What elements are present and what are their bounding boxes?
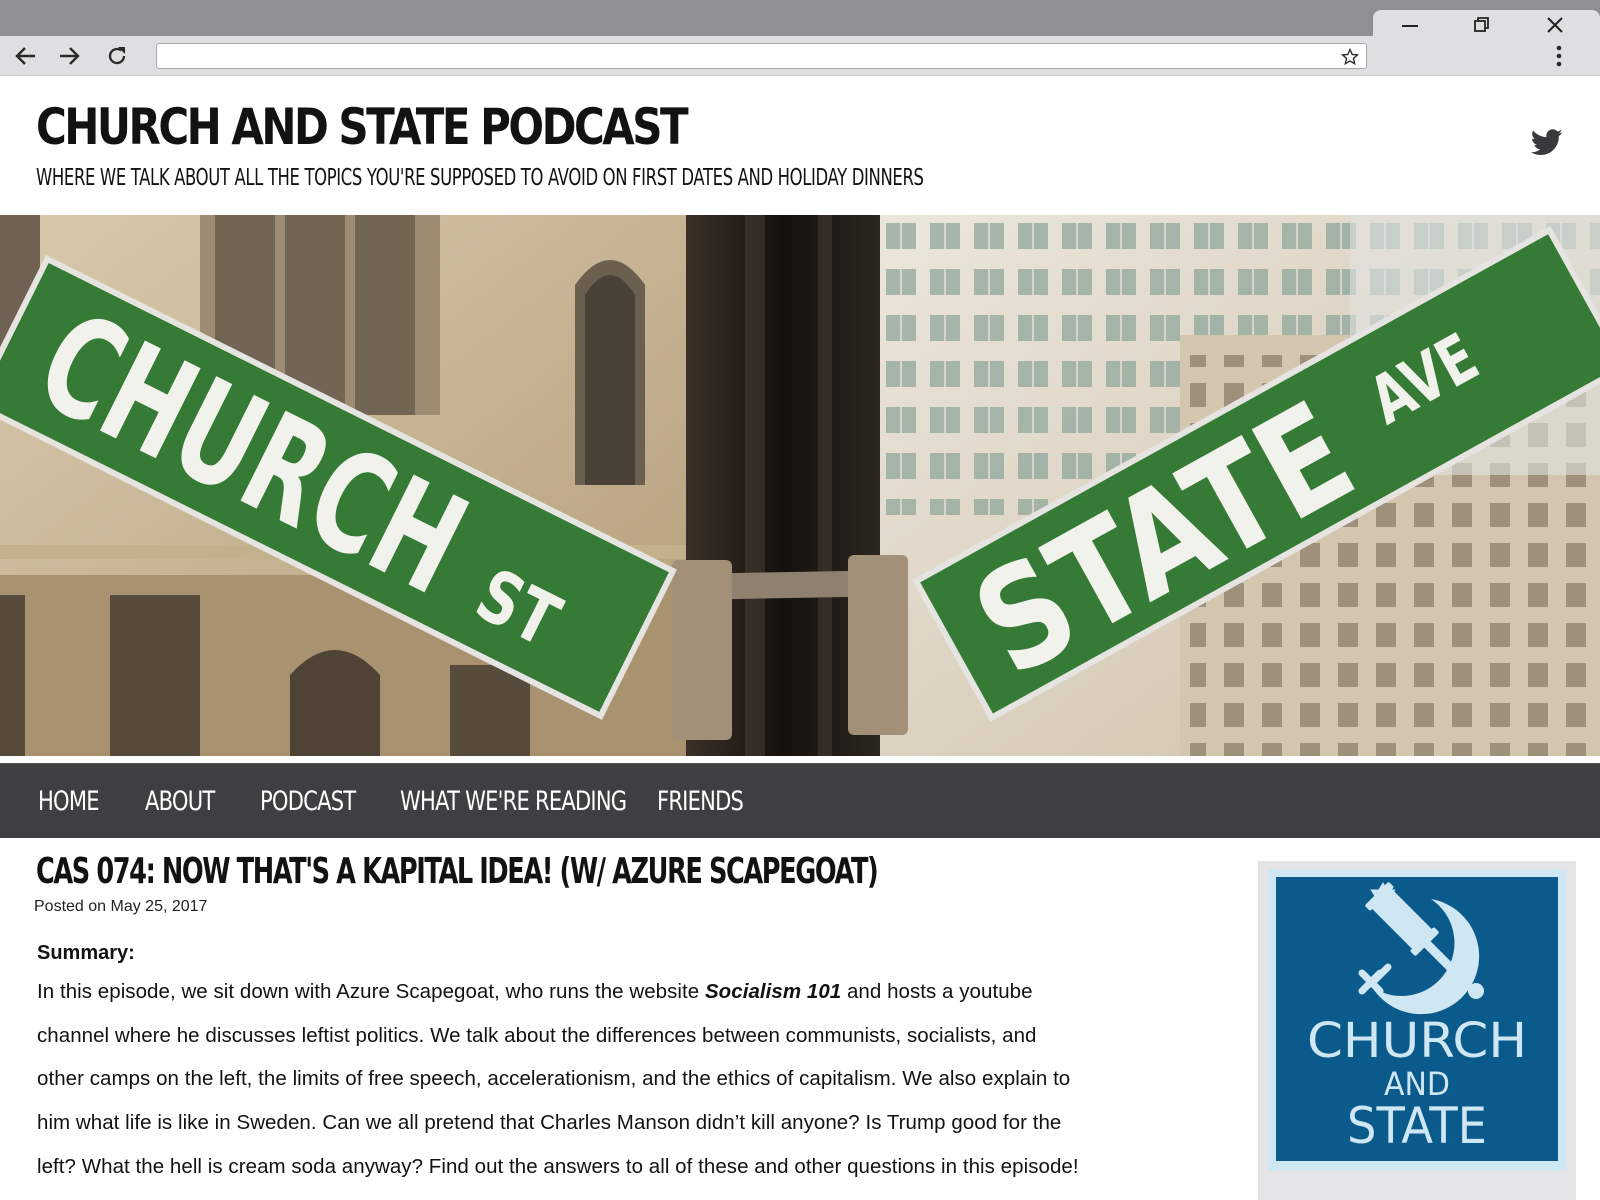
bookmark-star-icon[interactable] [1339, 46, 1361, 68]
summary-line: other camps on the left, the limits of f… [37, 1067, 1071, 1091]
browser-toolbar [0, 36, 1600, 76]
sidebar: CHURCH AND STATE [1258, 861, 1576, 1200]
close-icon[interactable] [1542, 12, 1568, 38]
podcast-logo[interactable]: CHURCH AND STATE [1268, 869, 1566, 1171]
url-input[interactable] [165, 46, 1325, 66]
address-bar[interactable] [156, 43, 1367, 69]
nav-item-friends[interactable]: FRIENDS [657, 785, 744, 819]
minimize-icon[interactable] [1397, 12, 1423, 38]
nav-item-home[interactable]: HOME [38, 785, 100, 819]
nav-item-podcast[interactable]: PODCAST [260, 785, 356, 819]
site-title[interactable]: CHURCH AND STATE PODCAST [36, 97, 689, 157]
restore-icon[interactable] [1469, 12, 1495, 38]
twitter-icon[interactable] [1530, 127, 1564, 157]
site-header: CHURCH AND STATE PODCAST WHERE WE TALK A… [0, 77, 1600, 215]
nav-item-about[interactable]: ABOUT [145, 785, 215, 819]
gavel-crescent-emblem-icon: CHURCH AND STATE [1307, 882, 1527, 1155]
post-title[interactable]: CAS 074: NOW THAT'S A KAPITAL IDEA! (W/ … [36, 850, 879, 894]
nav-item-reading[interactable]: WHAT WE'RE READING [400, 785, 627, 819]
post-date: Posted on May 25, 2017 [34, 898, 208, 915]
summary-text: In this episode, we sit down with Azure … [37, 970, 1227, 1189]
podcast-logo-art: CHURCH AND STATE [1276, 877, 1558, 1161]
browser-titlebar [0, 0, 1600, 36]
site-tagline: WHERE WE TALK ABOUT ALL THE TOPICS YOU'R… [36, 165, 924, 191]
browser-menu-icon[interactable] [1548, 41, 1570, 71]
main-nav: HOME ABOUT PODCAST WHAT WE'RE READING FR… [0, 763, 1600, 838]
hero-banner: CHURCH ST STATE AVE [0, 215, 1600, 756]
summary-line: him what life is like in Sweden. Can we … [37, 1111, 1062, 1135]
forward-icon[interactable] [54, 41, 84, 71]
summary-line: left? What the hell is cream soda anyway… [37, 1154, 1079, 1178]
summary-heading: Summary: [37, 942, 135, 964]
summary-line: In this episode, we sit down with Azure … [37, 980, 1033, 1003]
back-icon[interactable] [11, 41, 41, 71]
street-signs-image: CHURCH ST STATE AVE [0, 215, 1600, 756]
summary-line: channel where he discusses leftist polit… [37, 1023, 1037, 1047]
website-name: Socialism 101 [704, 980, 842, 1003]
logo-line-church: CHURCH [1307, 1013, 1527, 1069]
logo-line-state: STATE [1347, 1097, 1487, 1155]
reload-icon[interactable] [102, 41, 132, 71]
